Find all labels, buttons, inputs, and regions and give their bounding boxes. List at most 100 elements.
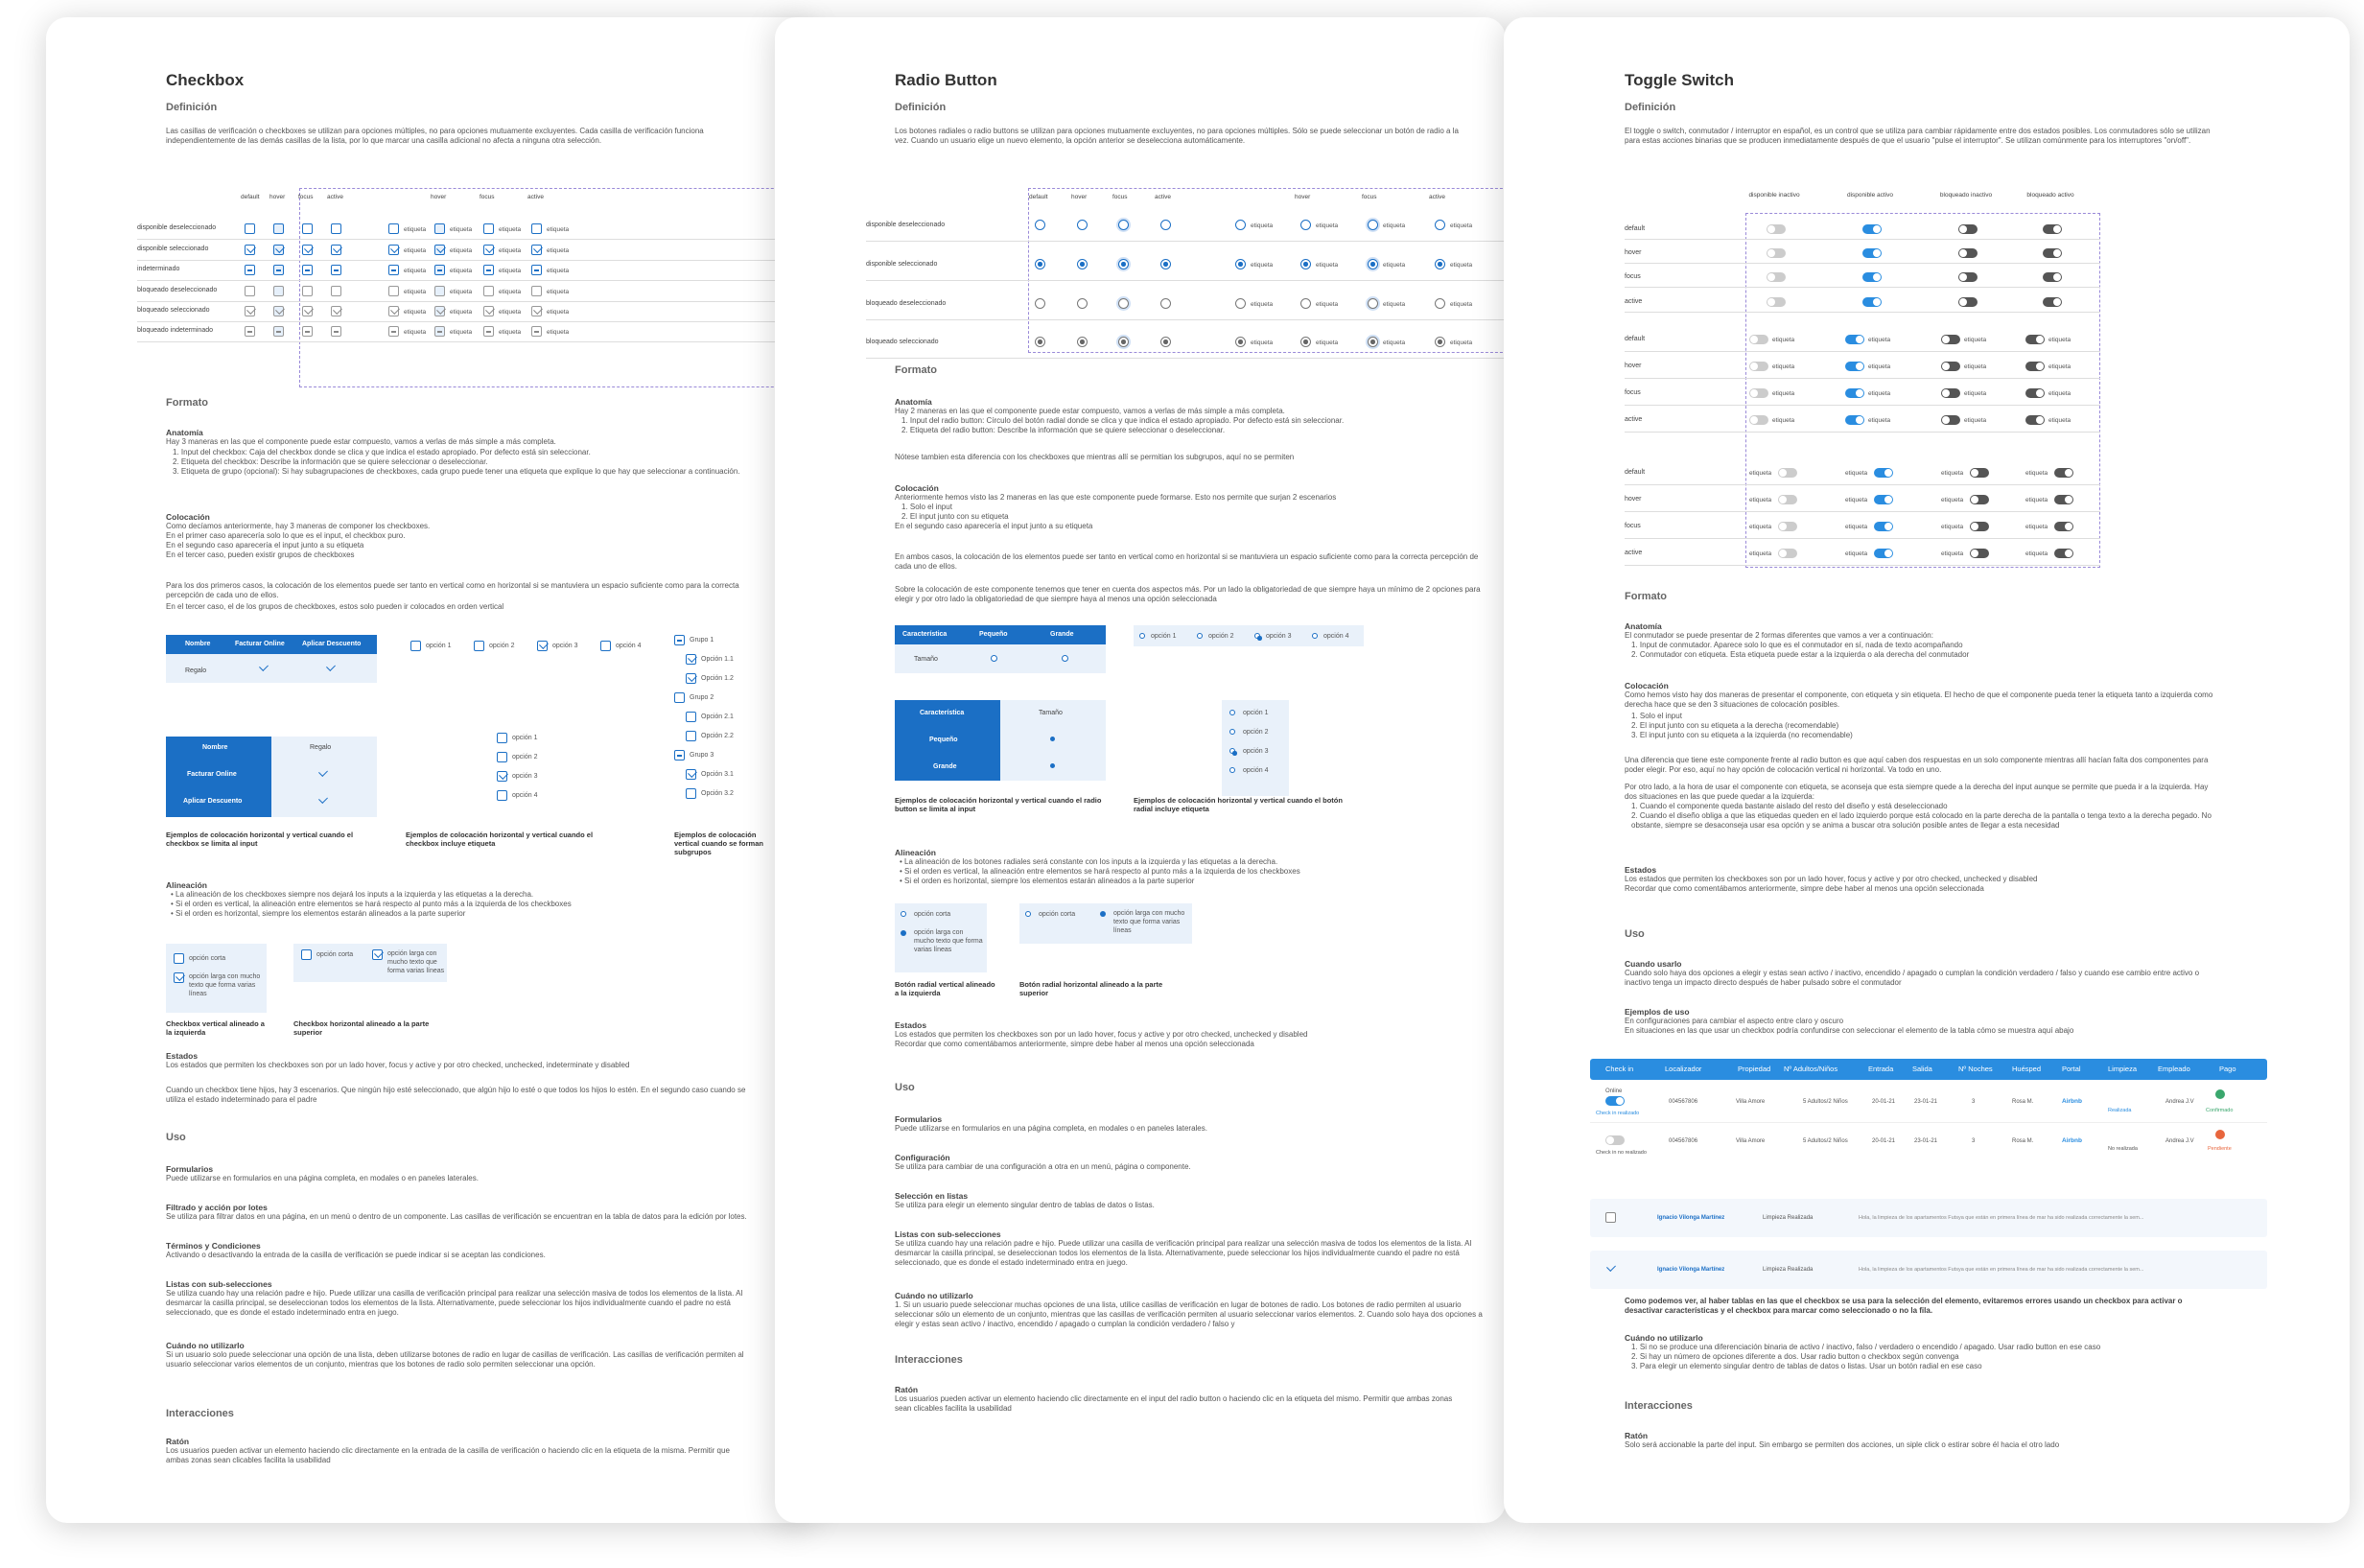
radio-button[interactable] bbox=[1300, 259, 1311, 269]
radio-button[interactable] bbox=[1229, 748, 1237, 756]
checkbox[interactable] bbox=[483, 245, 494, 255]
radio[interactable] bbox=[901, 930, 906, 936]
radio[interactable] bbox=[1100, 911, 1106, 917]
toggle-switch[interactable] bbox=[1749, 362, 1768, 371]
toggle-switch[interactable] bbox=[1845, 335, 1864, 344]
checkbox[interactable] bbox=[245, 245, 255, 255]
checkbox[interactable] bbox=[531, 223, 542, 234]
checkbox[interactable] bbox=[686, 654, 696, 665]
message-row[interactable]: Ignacio Vilonga Martínez Limpieza Realiz… bbox=[1590, 1199, 2267, 1237]
row-checkbox[interactable] bbox=[1605, 1264, 1616, 1275]
toggle-switch[interactable] bbox=[1970, 522, 1989, 531]
radio-button[interactable] bbox=[1235, 220, 1246, 230]
toggle-switch[interactable] bbox=[1845, 388, 1864, 398]
checkbox[interactable] bbox=[434, 265, 445, 275]
toggle-switch[interactable] bbox=[1749, 415, 1768, 425]
radio-button[interactable] bbox=[1435, 337, 1445, 347]
toggle-switch[interactable] bbox=[2043, 272, 2062, 282]
checkbox[interactable] bbox=[388, 265, 399, 275]
radio-button[interactable] bbox=[1118, 298, 1129, 309]
checkbox[interactable] bbox=[497, 771, 507, 782]
radio-button[interactable] bbox=[1435, 259, 1445, 269]
radio-button[interactable] bbox=[1254, 633, 1262, 641]
toggle-switch[interactable] bbox=[1874, 522, 1893, 531]
checkbox[interactable] bbox=[245, 223, 255, 234]
checkbox[interactable] bbox=[434, 286, 445, 296]
checkbox[interactable] bbox=[331, 223, 341, 234]
radio-button[interactable] bbox=[1368, 298, 1378, 309]
checkbox[interactable] bbox=[302, 286, 313, 296]
radio-button[interactable] bbox=[1300, 337, 1311, 347]
checkbox[interactable] bbox=[372, 949, 383, 960]
toggle-switch[interactable] bbox=[1767, 297, 1786, 307]
radio-button[interactable] bbox=[1368, 259, 1378, 269]
toggle-switch[interactable] bbox=[2025, 362, 2045, 371]
toggle-switch[interactable] bbox=[1778, 549, 1797, 558]
radio-button[interactable] bbox=[1229, 710, 1235, 715]
checkbox[interactable] bbox=[317, 769, 328, 780]
checkbox[interactable] bbox=[273, 223, 284, 234]
toggle-switch[interactable] bbox=[2054, 522, 2073, 531]
checkbox[interactable] bbox=[483, 306, 494, 316]
checkbox[interactable] bbox=[388, 326, 399, 337]
toggle-switch[interactable] bbox=[1845, 362, 1864, 371]
checkbox[interactable] bbox=[331, 245, 341, 255]
checkbox[interactable] bbox=[410, 641, 421, 651]
checkbox[interactable] bbox=[600, 641, 611, 651]
checkbox[interactable] bbox=[497, 752, 507, 762]
checkbox[interactable] bbox=[325, 664, 336, 674]
radio-button[interactable] bbox=[1035, 298, 1045, 309]
checkbox[interactable] bbox=[174, 953, 184, 964]
radio-button[interactable] bbox=[1197, 633, 1203, 639]
radio-button[interactable] bbox=[1139, 633, 1145, 639]
radio[interactable] bbox=[1050, 737, 1055, 741]
toggle-switch[interactable] bbox=[1862, 297, 1882, 307]
radio-button[interactable] bbox=[1235, 298, 1246, 309]
radio[interactable] bbox=[1025, 911, 1031, 917]
checkbox[interactable] bbox=[434, 306, 445, 316]
checkin-toggle[interactable] bbox=[1605, 1096, 1625, 1106]
toggle-switch[interactable] bbox=[2043, 224, 2062, 234]
checkbox[interactable] bbox=[388, 286, 399, 296]
checkbox[interactable] bbox=[302, 223, 313, 234]
radio[interactable] bbox=[1062, 655, 1068, 662]
checkbox[interactable] bbox=[674, 750, 685, 761]
checkbox[interactable] bbox=[331, 286, 341, 296]
checkbox[interactable] bbox=[474, 641, 484, 651]
checkbox[interactable] bbox=[331, 306, 341, 316]
toggle-switch[interactable] bbox=[1958, 248, 1978, 258]
toggle-switch[interactable] bbox=[1941, 388, 1960, 398]
toggle-switch[interactable] bbox=[2025, 335, 2045, 344]
checkbox[interactable] bbox=[302, 306, 313, 316]
toggle-switch[interactable] bbox=[1941, 335, 1960, 344]
checkbox[interactable] bbox=[258, 664, 269, 674]
toggle-switch[interactable] bbox=[1941, 362, 1960, 371]
radio-button[interactable] bbox=[1160, 337, 1171, 347]
checkbox[interactable] bbox=[434, 326, 445, 337]
radio-button[interactable] bbox=[1368, 220, 1378, 230]
checkbox[interactable] bbox=[273, 245, 284, 255]
checkbox[interactable] bbox=[483, 326, 494, 337]
row-checkbox[interactable] bbox=[1605, 1212, 1616, 1223]
radio[interactable] bbox=[991, 655, 997, 662]
checkbox[interactable] bbox=[483, 286, 494, 296]
checkbox[interactable] bbox=[317, 796, 328, 807]
toggle-switch[interactable] bbox=[1958, 297, 1978, 307]
radio-button[interactable] bbox=[1312, 633, 1318, 639]
radio-button[interactable] bbox=[1368, 337, 1378, 347]
radio-button[interactable] bbox=[1077, 220, 1088, 230]
checkbox[interactable] bbox=[331, 326, 341, 337]
toggle-switch[interactable] bbox=[1862, 224, 1882, 234]
checkbox[interactable] bbox=[245, 286, 255, 296]
checkbox[interactable] bbox=[302, 326, 313, 337]
checkbox[interactable] bbox=[273, 326, 284, 337]
toggle-switch[interactable] bbox=[2054, 495, 2073, 504]
checkbox[interactable] bbox=[273, 265, 284, 275]
toggle-switch[interactable] bbox=[1958, 272, 1978, 282]
toggle-switch[interactable] bbox=[2054, 468, 2073, 478]
checkbox[interactable] bbox=[483, 223, 494, 234]
checkin-toggle[interactable] bbox=[1605, 1135, 1625, 1145]
radio-button[interactable] bbox=[1077, 337, 1088, 347]
checkbox[interactable] bbox=[331, 265, 341, 275]
radio-button[interactable] bbox=[1118, 220, 1129, 230]
